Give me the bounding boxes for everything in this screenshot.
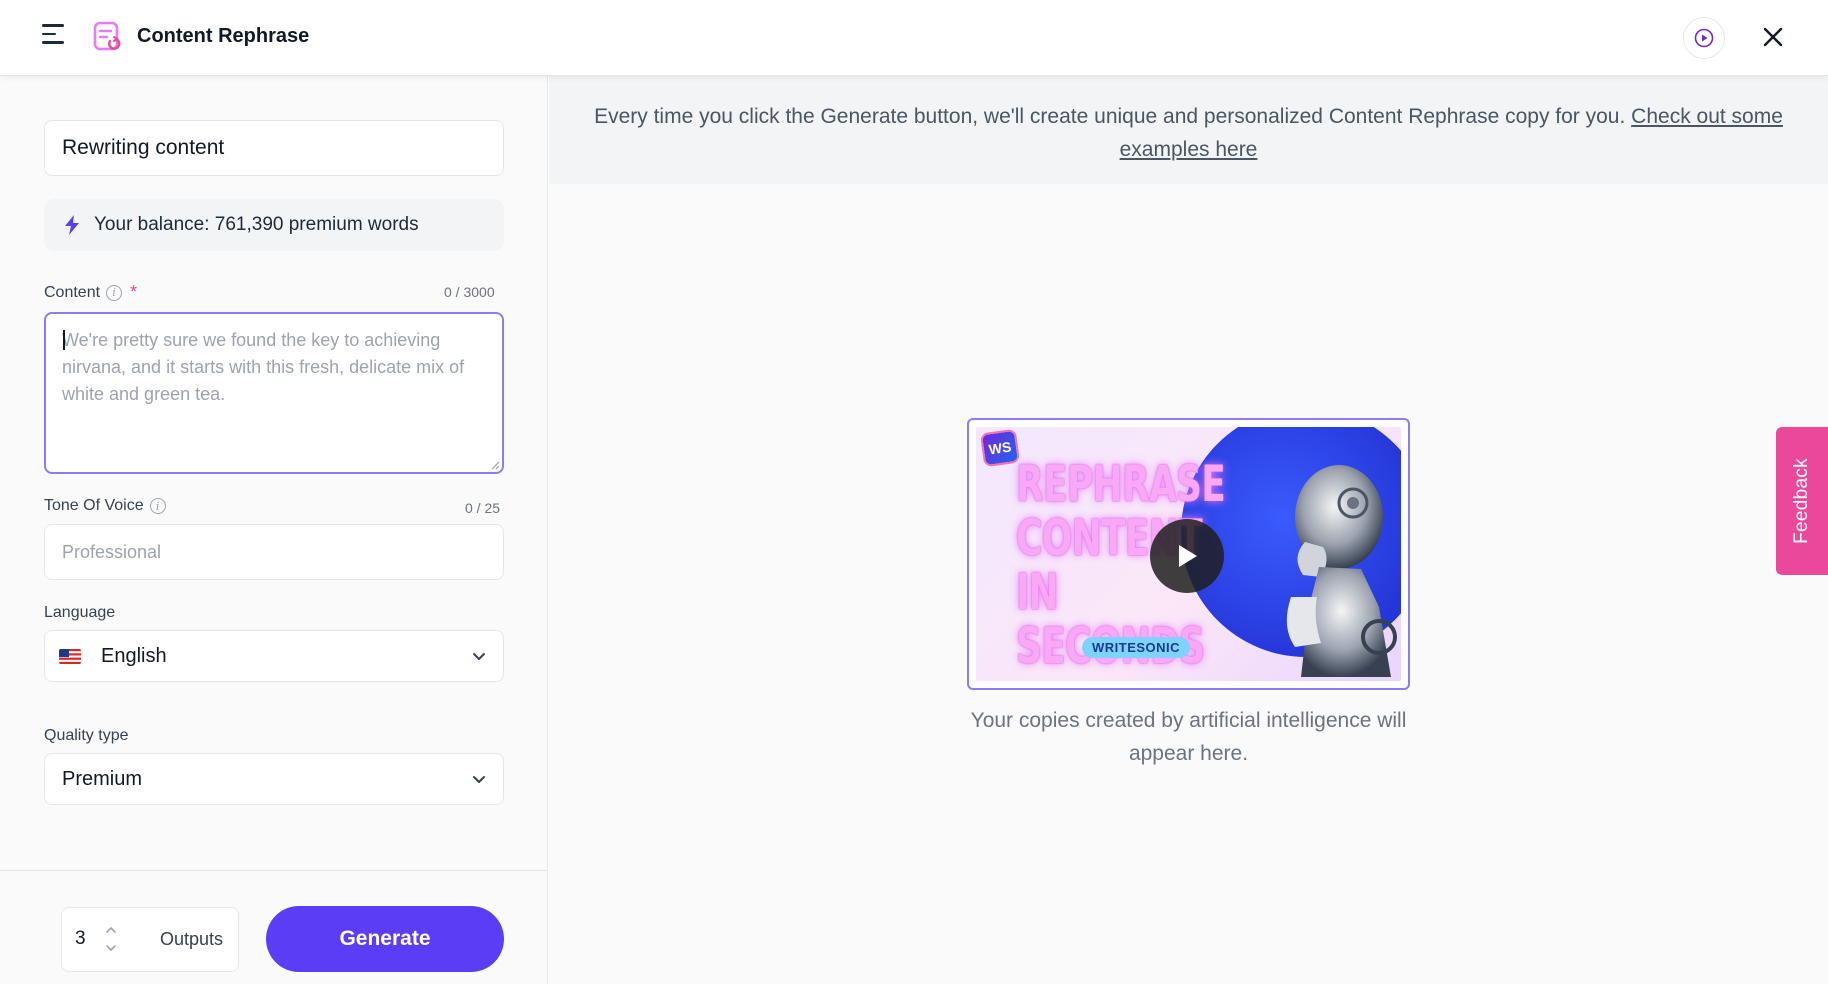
empty-state-caption: Your copies created by artificial intell… bbox=[970, 709, 1407, 765]
chevron-down-icon bbox=[473, 776, 485, 783]
language-select[interactable]: English bbox=[44, 630, 504, 682]
resize-handle-icon[interactable] bbox=[490, 460, 500, 470]
content-char-counter: 0 / 3000 bbox=[444, 284, 495, 300]
content-label-row: Content i * bbox=[44, 282, 137, 303]
tutorial-video-card[interactable]: REPHRASE CONTENT IN SECONDS WS W bbox=[967, 418, 1410, 690]
output-panel: Every time you click the Generate button… bbox=[549, 76, 1828, 984]
play-tutorial-button[interactable] bbox=[1683, 17, 1725, 59]
tone-label-row: Tone Of Voice i bbox=[44, 497, 166, 515]
outputs-count[interactable]: 3 bbox=[75, 928, 86, 950]
language-label: Language bbox=[44, 604, 116, 621]
quality-label: Quality type bbox=[44, 727, 129, 744]
info-banner: Every time you click the Generate button… bbox=[549, 76, 1828, 184]
top-bar: Content Rephrase bbox=[0, 0, 1828, 76]
tone-of-voice-input[interactable]: Professional bbox=[44, 524, 504, 580]
project-title-input[interactable]: Rewriting content bbox=[44, 120, 504, 176]
writesonic-logo: WS bbox=[979, 428, 1021, 468]
quality-select[interactable]: Premium bbox=[44, 753, 504, 805]
banner-text: Every time you click the Generate button… bbox=[594, 105, 1626, 128]
generate-button[interactable]: Generate bbox=[266, 906, 504, 972]
play-icon bbox=[1179, 545, 1197, 567]
balance-banner: Your balance: 761,390 premium words bbox=[44, 199, 504, 251]
lightning-bolt-icon bbox=[65, 215, 79, 235]
video-thumbnail: REPHRASE CONTENT IN SECONDS WS W bbox=[976, 427, 1401, 681]
content-textarea[interactable]: We're pretty sure we found the key to ac… bbox=[44, 312, 504, 474]
language-value: English bbox=[101, 644, 167, 667]
outputs-label: Outputs bbox=[160, 929, 224, 949]
us-flag-icon bbox=[59, 648, 81, 664]
info-icon[interactable]: i bbox=[149, 498, 166, 514]
content-label: Content bbox=[44, 283, 101, 301]
tone-char-counter: 0 / 25 bbox=[465, 500, 501, 516]
robot-illustration-icon bbox=[1286, 465, 1397, 677]
tone-label: Tone Of Voice bbox=[44, 497, 144, 514]
hamburger-menu-icon[interactable] bbox=[42, 24, 68, 50]
feedback-label: Feedback bbox=[1791, 458, 1812, 544]
chevron-down-icon[interactable] bbox=[104, 942, 118, 954]
page-title: Content Rephrase bbox=[137, 25, 310, 47]
required-marker: * bbox=[130, 282, 138, 302]
feedback-tab[interactable]: Feedback bbox=[1776, 427, 1828, 575]
close-icon[interactable] bbox=[1760, 24, 1786, 50]
balance-text: Your balance: 761,390 premium words bbox=[94, 214, 419, 235]
play-circle-icon bbox=[1694, 28, 1714, 48]
text-caret bbox=[63, 330, 65, 350]
brand-badge: WRITESONIC bbox=[1082, 637, 1191, 658]
info-icon[interactable]: i bbox=[106, 284, 123, 301]
video-play-button[interactable] bbox=[1150, 519, 1224, 593]
footer-divider bbox=[0, 870, 548, 871]
outputs-stepper[interactable]: 3 Outputs bbox=[61, 907, 239, 972]
quality-value: Premium bbox=[62, 767, 143, 790]
chevron-down-icon bbox=[473, 653, 485, 660]
content-rephrase-logo-icon bbox=[93, 21, 121, 51]
chevron-up-icon[interactable] bbox=[104, 924, 118, 936]
form-panel: Rewriting content Your balance: 761,390 … bbox=[0, 76, 548, 984]
